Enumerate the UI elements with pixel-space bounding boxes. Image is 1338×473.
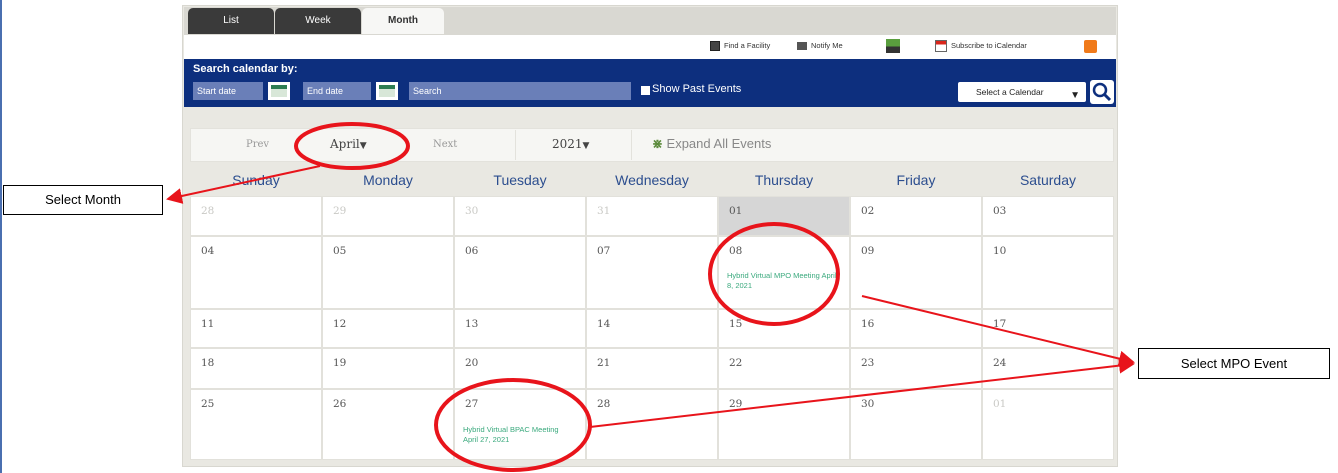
arrow-mpo-to-callout: [861, 295, 1135, 367]
annotation-overlay: [166, 122, 1135, 472]
mpo-event-highlight-circle: [708, 222, 840, 326]
arrow-bpac-to-callout: [589, 357, 1135, 428]
bpac-event-highlight-circle: [434, 378, 592, 472]
arrow-to-select-month: [166, 165, 321, 204]
month-highlight-circle: [294, 122, 410, 170]
